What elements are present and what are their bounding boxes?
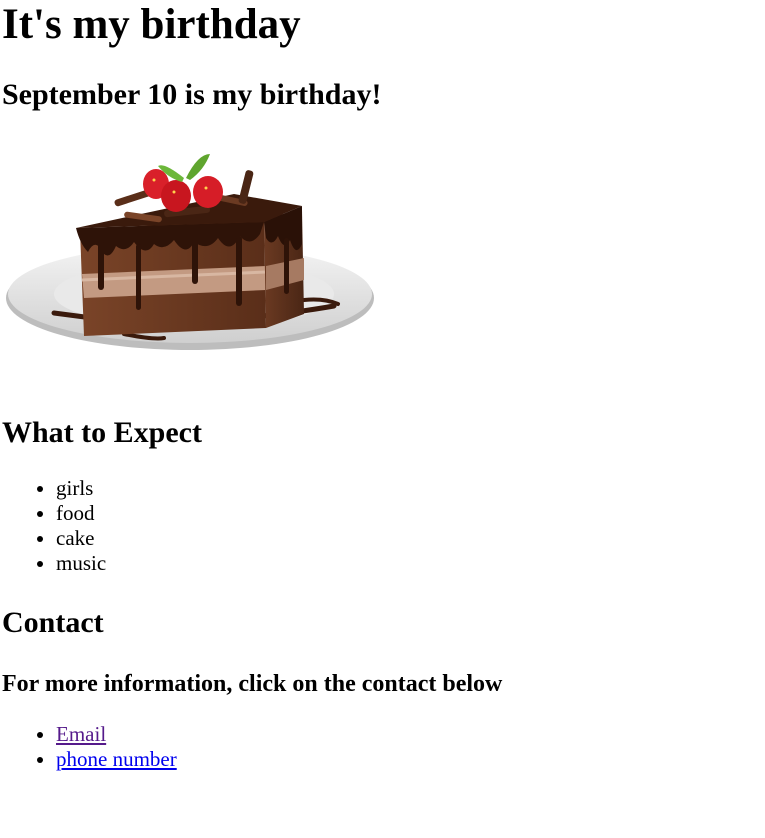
page-subtitle: September 10 is my birthday! — [2, 78, 382, 111]
email-link[interactable]: Email — [56, 722, 106, 746]
expect-list: girls food cake music — [2, 476, 106, 576]
list-item: girls — [56, 476, 106, 501]
contact-item-email: Email — [56, 722, 177, 747]
list-item: cake — [56, 526, 106, 551]
contact-item-phone: phone number — [56, 747, 177, 772]
contact-heading: Contact — [2, 606, 104, 639]
contact-info-text: For more information, click on the conta… — [2, 671, 503, 697]
chocolate-cake-slice-image — [6, 154, 374, 350]
page-title: It's my birthday — [2, 1, 301, 48]
list-item: music — [56, 551, 106, 576]
phone-number-link[interactable]: phone number — [56, 747, 177, 771]
contact-list: Email phone number — [2, 722, 177, 772]
what-to-expect-heading: What to Expect — [2, 416, 202, 449]
list-item: food — [56, 501, 106, 526]
